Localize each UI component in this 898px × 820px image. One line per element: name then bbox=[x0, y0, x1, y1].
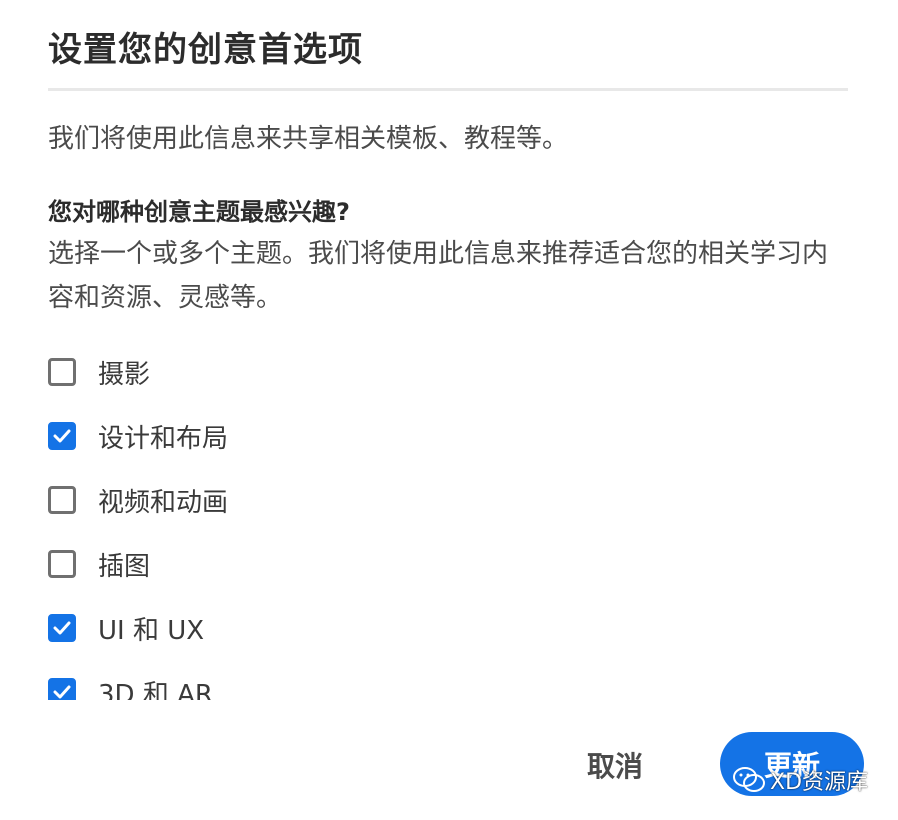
question-description: 选择一个或多个主题。我们将使用此信息来推荐适合您的相关学习内容和资源、灵感等。 bbox=[48, 239, 829, 313]
wechat-icon bbox=[733, 767, 765, 792]
title-divider bbox=[48, 88, 848, 91]
topic-label: 3D 和 AR bbox=[98, 679, 213, 701]
topic-checkbox[interactable] bbox=[48, 422, 76, 450]
checkmark-icon bbox=[53, 621, 71, 635]
topic-label: 设计和布局 bbox=[98, 423, 229, 454]
question-heading: 您对哪种创意主题最感兴趣? bbox=[48, 198, 350, 226]
cancel-button[interactable]: 取消 bbox=[572, 738, 658, 792]
preferences-dialog: 设置您的创意首选项 我们将使用此信息来共享相关模板、教程等。 您对哪种创意主题最… bbox=[0, 0, 898, 820]
topic-item-design-layout[interactable]: 设计和布局 bbox=[48, 416, 228, 456]
topic-item-ui-ux[interactable]: UI 和 UX bbox=[48, 608, 204, 648]
topic-checkbox[interactable] bbox=[48, 678, 76, 700]
topic-label: 摄影 bbox=[98, 359, 151, 390]
topic-item-illustration[interactable]: 插图 bbox=[48, 544, 150, 584]
topic-list[interactable]: 摄影 设计和布局 视频和动画 插图 UI 和 UX 3D 和 AR bbox=[48, 340, 848, 700]
topic-checkbox[interactable] bbox=[48, 550, 76, 578]
topic-item-video-animation[interactable]: 视频和动画 bbox=[48, 480, 228, 520]
topic-checkbox[interactable] bbox=[48, 614, 76, 642]
topic-checkbox[interactable] bbox=[48, 358, 76, 386]
intro-text: 我们将使用此信息来共享相关模板、教程等。 bbox=[48, 124, 569, 154]
checkmark-icon bbox=[53, 685, 71, 699]
dialog-title: 设置您的创意首选项 bbox=[48, 30, 363, 70]
topic-label: UI 和 UX bbox=[98, 615, 205, 646]
topic-label: 插图 bbox=[98, 551, 151, 582]
checkmark-icon bbox=[53, 429, 71, 443]
topic-item-photography[interactable]: 摄影 bbox=[48, 352, 150, 392]
watermark: XD资源库 bbox=[732, 764, 868, 796]
topic-item-3d-ar[interactable]: 3D 和 AR bbox=[48, 672, 213, 700]
topic-checkbox[interactable] bbox=[48, 486, 76, 514]
topic-label: 视频和动画 bbox=[98, 487, 229, 518]
watermark-text: XD资源库 bbox=[770, 770, 869, 795]
